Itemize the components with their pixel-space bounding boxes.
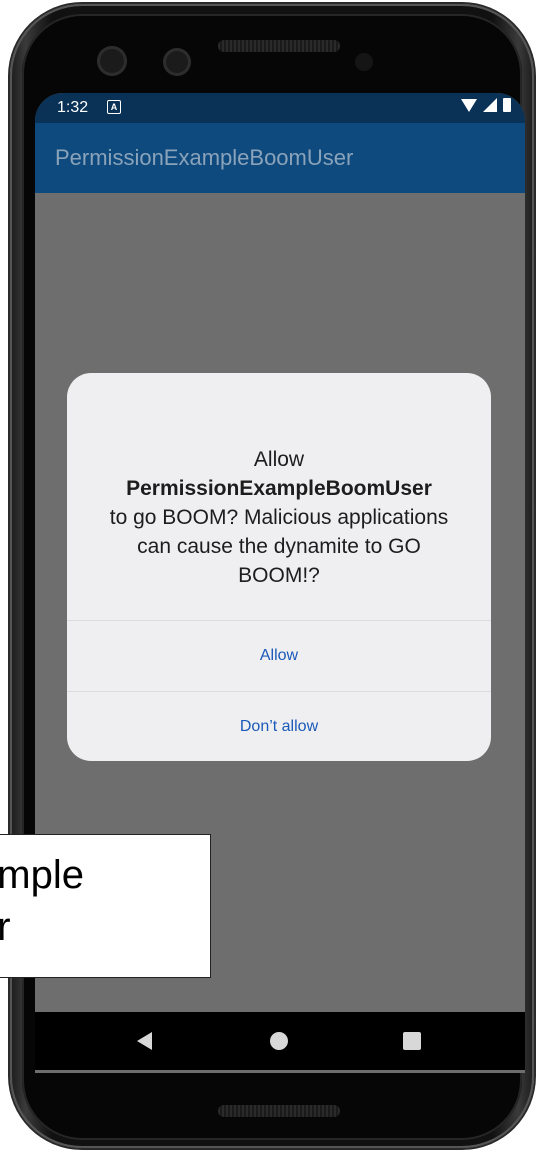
status-icons <box>461 98 511 112</box>
permission-dialog: Allow PermissionExampleBoomUser to go BO… <box>67 373 491 761</box>
app-title: PermissionExampleBoomUser <box>55 145 354 170</box>
dialog-message-line1: Allow <box>253 448 305 471</box>
dialog-app-name: PermissionExampleBoomUser <box>126 477 432 500</box>
dont-allow-button[interactable]: Don’t allow <box>67 692 491 762</box>
caption-overlay: xample ser <box>0 834 211 978</box>
back-icon[interactable] <box>137 1032 152 1050</box>
bottom-speaker <box>218 1105 340 1117</box>
status-time: 1:32 <box>57 99 89 116</box>
home-icon[interactable] <box>270 1032 288 1050</box>
navigation-bar <box>35 1012 525 1070</box>
proximity-sensor <box>355 53 373 71</box>
cellular-signal-icon <box>483 98 497 112</box>
battery-icon <box>503 98 511 112</box>
wifi-icon <box>461 98 477 112</box>
app-bar: PermissionExampleBoomUser <box>35 123 525 193</box>
notification-icon: A <box>107 100 121 114</box>
caption-overlay-text: xample ser <box>0 853 84 949</box>
earpiece-speaker <box>218 40 340 52</box>
dialog-message: Allow PermissionExampleBoomUser to go BO… <box>97 445 461 590</box>
status-bar: 1:32 A <box>35 93 525 123</box>
dialog-message-body: to go BOOM? Malicious applications can c… <box>109 506 449 587</box>
allow-button[interactable]: Allow <box>67 621 491 691</box>
recents-icon[interactable] <box>403 1032 421 1050</box>
front-camera-secondary-icon <box>163 48 191 76</box>
front-camera-icon <box>97 46 127 76</box>
